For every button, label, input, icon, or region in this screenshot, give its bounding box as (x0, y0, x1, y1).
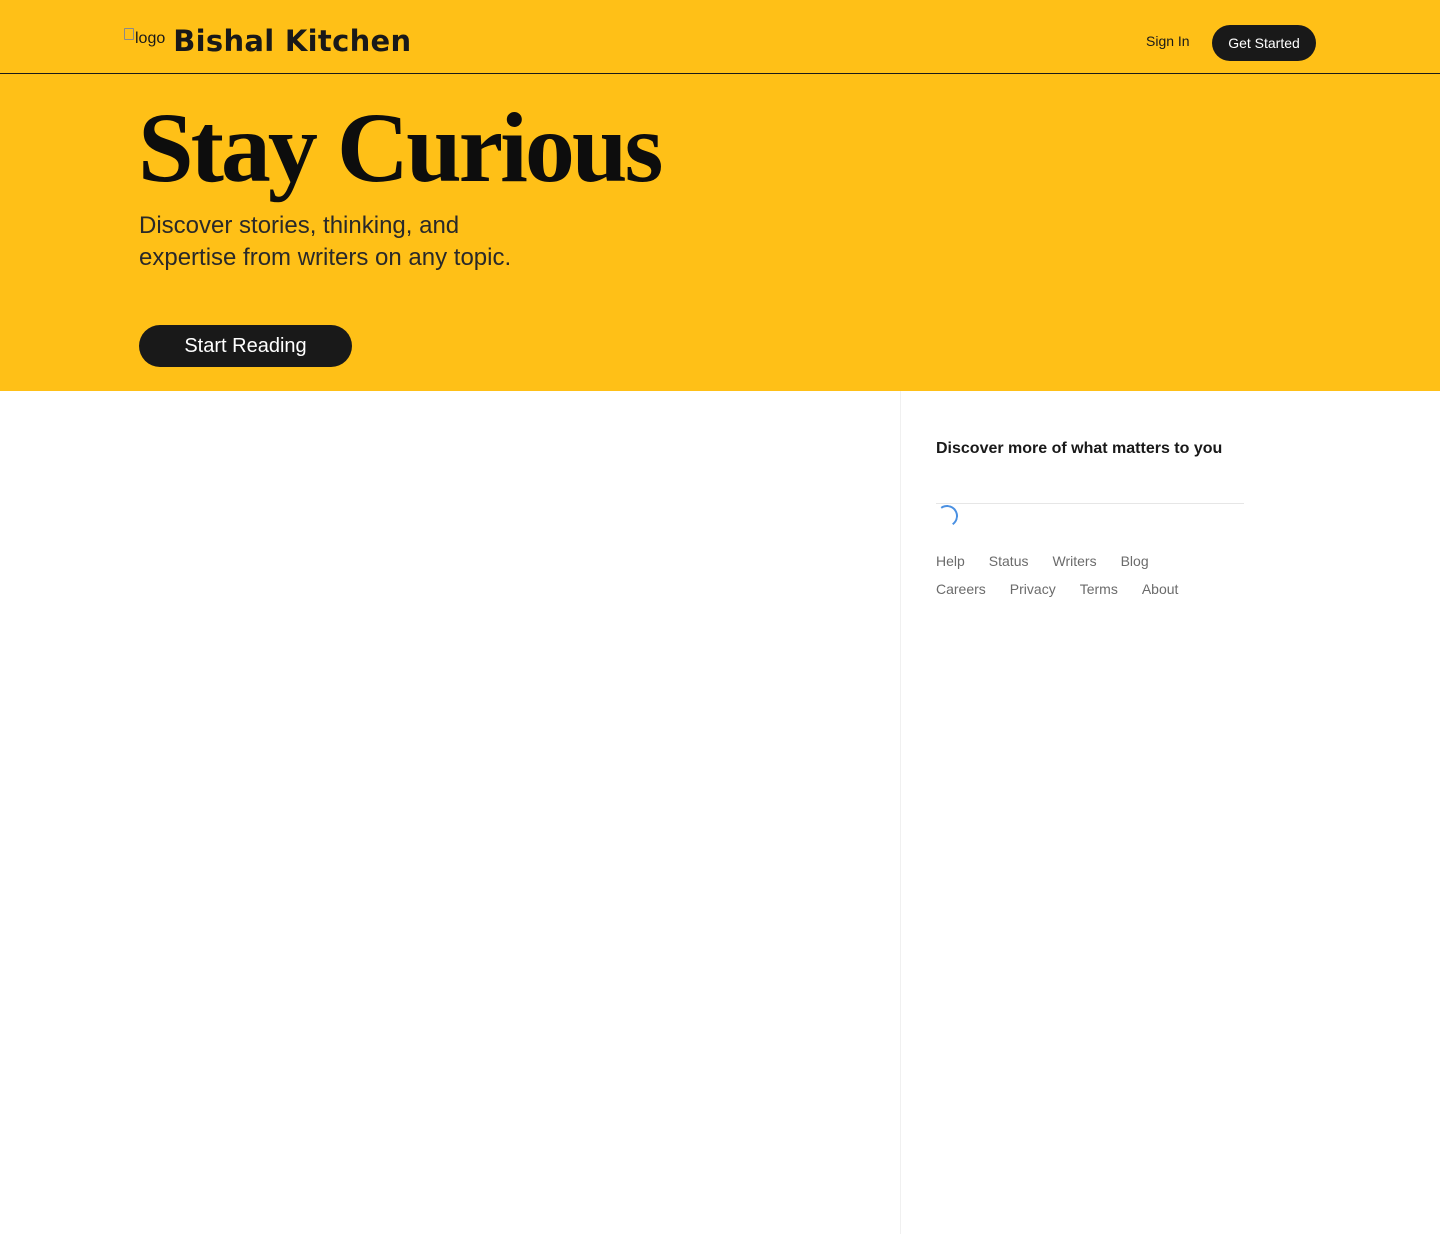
top-navbar: logo Bishal Kitchen Sign In Get Started (0, 0, 1440, 74)
footer-link-careers[interactable]: Careers (936, 581, 986, 597)
brand-logo-link[interactable]: logo Bishal Kitchen (124, 24, 411, 58)
logo-image: logo (124, 21, 165, 57)
start-reading-button[interactable]: Start Reading (139, 325, 352, 367)
footer-link-terms[interactable]: Terms (1080, 581, 1118, 597)
footer-link-writers[interactable]: Writers (1053, 553, 1097, 569)
broken-image-icon (124, 28, 134, 40)
footer-links-row-2: Careers Privacy Terms About (936, 581, 1202, 597)
sidebar-heading: Discover more of what matters to you (936, 440, 1223, 457)
footer-link-help[interactable]: Help (936, 553, 965, 569)
footer-link-status[interactable]: Status (989, 553, 1029, 569)
sidebar-divider (936, 503, 1244, 504)
footer-link-blog[interactable]: Blog (1121, 553, 1149, 569)
footer-links-row-1: Help Status Writers Blog (936, 553, 1173, 569)
brand-name[interactable]: Bishal Kitchen (173, 24, 411, 58)
sign-in-link[interactable]: Sign In (1146, 33, 1190, 49)
logo-alt-text: logo (135, 30, 166, 47)
footer-link-privacy[interactable]: Privacy (1010, 581, 1056, 597)
hero-subtitle: Discover stories, thinking, and expertis… (139, 212, 512, 271)
column-divider (900, 391, 901, 1234)
hero-title: Stay Curious (138, 92, 663, 203)
get-started-button[interactable]: Get Started (1212, 25, 1316, 61)
hero-section: Stay Curious Discover stories, thinking,… (0, 74, 1440, 391)
footer-link-about[interactable]: About (1142, 581, 1179, 597)
loading-spinner-icon (934, 503, 960, 529)
